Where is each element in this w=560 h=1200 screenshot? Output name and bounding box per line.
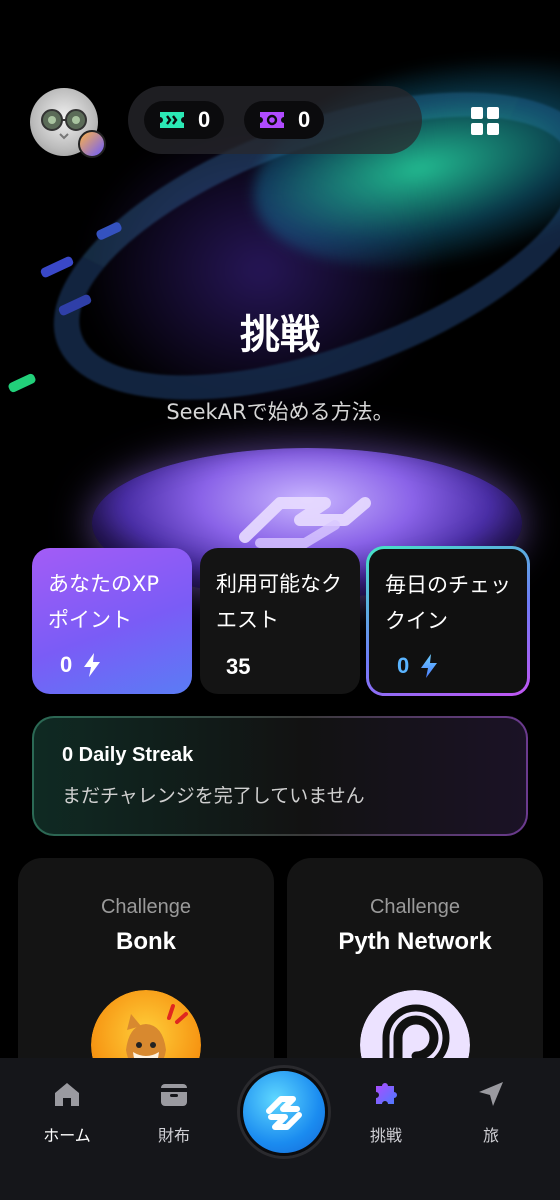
daily-checkin-value-row: 0 <box>397 653 439 679</box>
xp-points-card[interactable]: あなたのXPポイント 0 <box>32 548 192 694</box>
challenge-name: Bonk <box>116 928 176 955</box>
wallet-icon <box>161 1084 187 1106</box>
daily-streak-title: 0 Daily Streak <box>62 744 194 766</box>
nav-label-journey: 旅 <box>482 1126 499 1145</box>
purple-ticket-icon <box>260 112 284 128</box>
currency-green-value: 0 <box>198 107 211 132</box>
nav-item-journey[interactable]: 旅 <box>446 1078 536 1146</box>
navigation-arrow-icon <box>479 1082 503 1106</box>
page-title: 挑戦 <box>240 312 320 358</box>
xp-points-label: あなたのXPポイント <box>48 572 160 632</box>
nav-label-home: ホーム <box>43 1126 91 1145</box>
challenge-kicker: Challenge <box>369 896 461 918</box>
challenge-kicker: Challenge <box>100 896 192 918</box>
available-quests-label: 利用可能なクエスト <box>216 572 342 632</box>
currency-purple[interactable]: 0 <box>244 101 325 139</box>
seekar-center-button[interactable] <box>240 1068 328 1156</box>
stripe-decoration <box>7 372 37 394</box>
avatar-badge <box>78 130 106 158</box>
daily-checkin-value: 0 <box>397 653 410 678</box>
xp-points-value-row: 0 <box>60 652 102 678</box>
grid-icon[interactable] <box>468 104 502 138</box>
available-quests-card[interactable]: 利用可能なクエスト 35 <box>200 548 360 694</box>
puzzle-icon <box>376 1083 397 1104</box>
coin-logo-icon <box>239 497 371 548</box>
available-quests-value-row: 35 <box>226 654 250 680</box>
nav-item-challenge[interactable]: 挑戦 <box>341 1078 431 1146</box>
nav-item-wallet[interactable]: 財布 <box>129 1078 219 1146</box>
currency-green[interactable]: 0 <box>144 101 225 139</box>
home-icon <box>55 1083 79 1106</box>
currency-purple-value: 0 <box>298 107 311 132</box>
green-ticket-icon <box>160 112 184 128</box>
daily-streak-subtitle: まだチャレンジを完了していません <box>62 785 365 807</box>
seekar-logo-icon <box>266 1096 302 1130</box>
daily-checkin-card[interactable]: 毎日のチェックイン 0 <box>366 546 530 696</box>
available-quests-value: 35 <box>226 654 251 679</box>
nav-item-home[interactable]: ホーム <box>22 1078 112 1146</box>
nav-label-challenge: 挑戦 <box>369 1126 402 1145</box>
page-subtitle: SeekARで始める方法。 <box>166 400 394 424</box>
bolt-icon <box>421 654 438 678</box>
daily-streak-banner[interactable]: 0 Daily Streak まだチャレンジを完了していません <box>32 716 528 836</box>
bolt-icon <box>84 653 101 677</box>
challenge-name: Pyth Network <box>338 928 492 955</box>
xp-points-value: 0 <box>60 652 73 677</box>
nav-label-wallet: 財布 <box>157 1126 190 1145</box>
daily-checkin-label: 毎日のチェックイン <box>385 573 511 633</box>
